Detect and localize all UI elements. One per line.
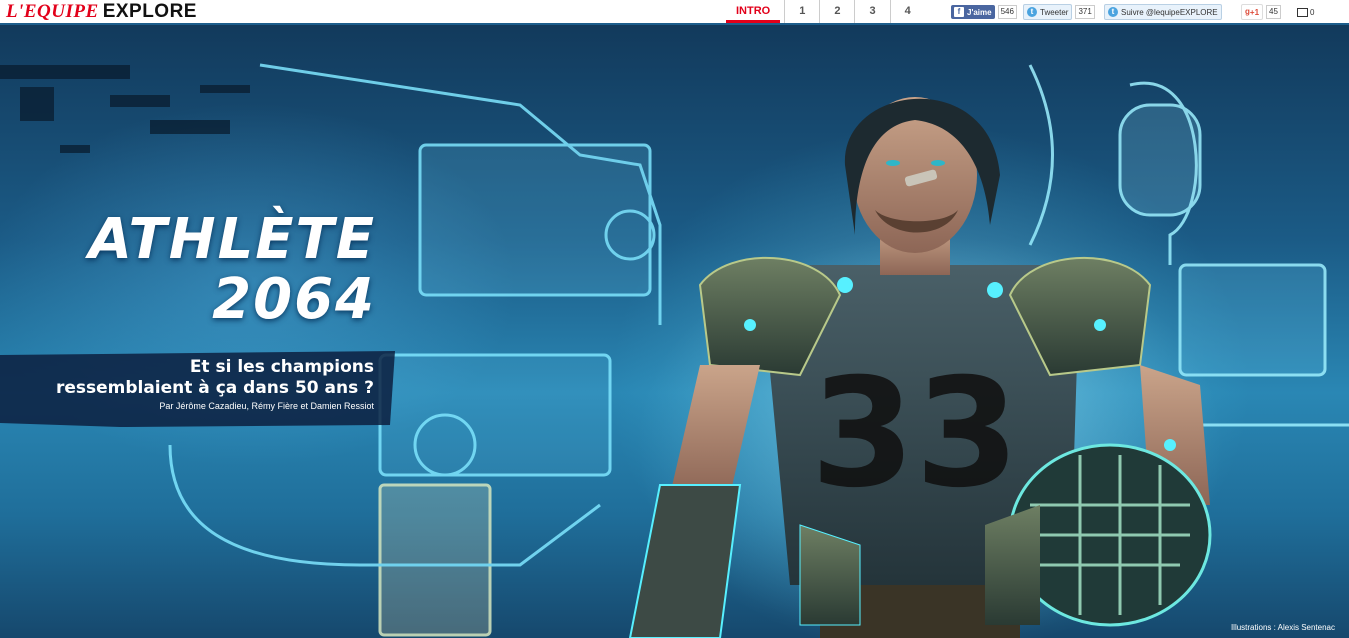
- twitter-follow-widget: t Suivre @lequipeEXPLORE: [1104, 4, 1222, 20]
- hero-title-line1: ATHLÈTE: [88, 207, 376, 272]
- logo-explore: EXPLORE: [102, 1, 197, 22]
- facebook-like-button[interactable]: f J'aime: [951, 5, 995, 19]
- gplus-label: +1: [1249, 7, 1260, 17]
- hero-subtitle: Et si les champions ressemblaient à ça d…: [56, 357, 374, 399]
- site-logo[interactable]: L'EQUIPE EXPLORE: [6, 1, 197, 23]
- comment-icon: [1297, 7, 1308, 17]
- hero-subtitle-line1: Et si les champions: [189, 357, 374, 377]
- comments-count: 0: [1310, 7, 1315, 17]
- nav-tab-2[interactable]: 2: [820, 0, 856, 23]
- pixel-blocks-decoration: [0, 65, 250, 153]
- hologram-panels-left: [168, 63, 662, 637]
- hero-subtitle-line2: ressemblaient à ça dans 50 ans ?: [55, 378, 374, 398]
- authors-byline: Par Jérôme Cazadieu, Rémy Fière et Damie…: [159, 401, 374, 411]
- facebook-icon: f: [954, 7, 964, 17]
- tweet-button[interactable]: t Tweeter: [1023, 4, 1073, 20]
- chapter-nav: INTRO 1 2 3 4: [722, 0, 925, 23]
- jersey-number: 33: [811, 347, 1020, 521]
- nav-tab-1[interactable]: 1: [785, 0, 821, 23]
- tweet-count: 371: [1075, 5, 1095, 19]
- illustration-credit: Illustrations : Alexis Sentenac: [1230, 623, 1335, 632]
- nav-tab-3[interactable]: 3: [855, 0, 891, 23]
- twitter-follow-label: Suivre @lequipeEXPLORE: [1121, 7, 1218, 17]
- tweet-widget: t Tweeter 371: [1023, 4, 1095, 20]
- tweet-label: Tweeter: [1040, 7, 1069, 17]
- logo-lequipe: L'EQUIPE: [6, 1, 99, 22]
- nav-tab-intro[interactable]: INTRO: [722, 0, 786, 23]
- hero-artwork: 33: [0, 63, 1349, 638]
- gplus-count: 45: [1266, 5, 1281, 19]
- twitter-follow-button[interactable]: t Suivre @lequipeEXPLORE: [1104, 4, 1222, 20]
- facebook-like-count: 546: [997, 5, 1017, 19]
- gplus-button[interactable]: g +1: [1241, 4, 1264, 20]
- hero-title: ATHLÈTE 2064: [86, 210, 376, 330]
- hero-illustration: 33 ATHLÈTE 2064 Et si les champions ress…: [0, 25, 1349, 638]
- comments-widget[interactable]: 0: [1297, 4, 1314, 20]
- top-bar: L'EQUIPE EXPLORE INTRO 1 2 3 4 f J'aime 5…: [0, 0, 1349, 25]
- gplus-widget: g +1 45: [1241, 4, 1281, 20]
- hero-title-line2: 2064: [212, 267, 376, 332]
- facebook-like-label: J'aime: [967, 7, 992, 17]
- twitter-bird-icon: t: [1027, 7, 1037, 17]
- hero-subtitle-block: Et si les champions ressemblaient à ça d…: [30, 353, 392, 428]
- twitter-bird-icon: t: [1108, 7, 1118, 17]
- nav-tab-4[interactable]: 4: [891, 0, 925, 23]
- facebook-like-widget: f J'aime 546: [951, 4, 1017, 20]
